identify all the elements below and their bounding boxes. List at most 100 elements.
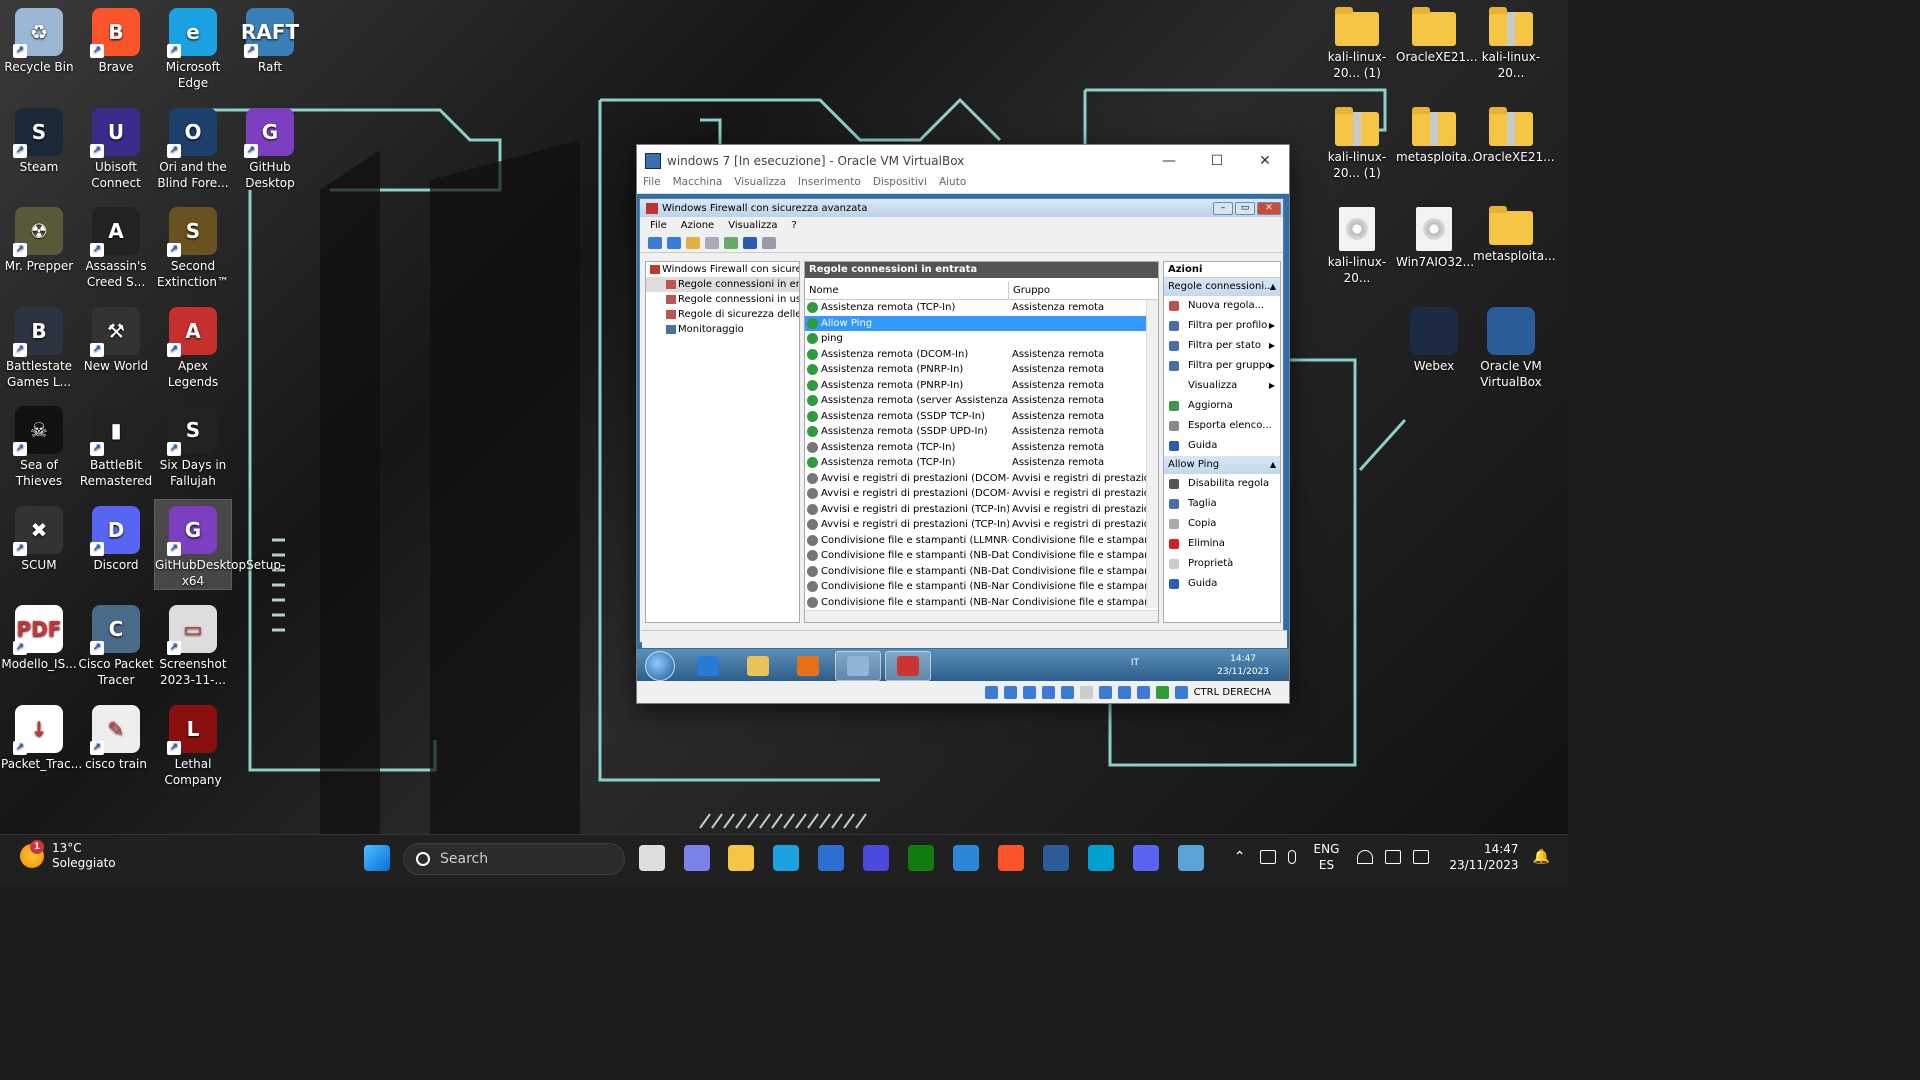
display-icon[interactable]	[1098, 685, 1112, 699]
audio-icon[interactable]	[1022, 685, 1036, 699]
rule-row[interactable]: Condivisione file e stampanti (NB-Datagr…	[805, 564, 1148, 580]
battery-icon[interactable]	[1413, 850, 1430, 864]
microsoft-store-icon[interactable]	[818, 845, 844, 871]
rule-row[interactable]: Assistenza remota (TCP-In) Assistenza rem…	[805, 300, 1148, 316]
volume-icon[interactable]	[1385, 850, 1402, 864]
guest-media-button[interactable]	[785, 651, 831, 681]
firewall-titlebar[interactable]: Windows Firewall con sicurezza avanzata …	[640, 199, 1283, 217]
fw-menu-azione[interactable]: Azione	[681, 220, 714, 231]
menu-macchina[interactable]: Macchina	[673, 176, 723, 193]
action-item[interactable]: Disabilita regola	[1164, 474, 1280, 494]
fw-menu-help[interactable]: ?	[791, 220, 796, 231]
rules-horizontal-scrollbar[interactable]	[805, 610, 1158, 622]
rule-row[interactable]: Avvisi e registri di prestazioni (TCP-In…	[805, 517, 1148, 533]
rule-row[interactable]: Assistenza remota (SSDP UPD-In) Assistenz…	[805, 424, 1148, 440]
column-group[interactable]: Gruppo	[1009, 282, 1050, 299]
rule-row[interactable]: Assistenza remota (DCOM-In) Assistenza re…	[805, 347, 1148, 363]
desktop-icon[interactable]: G ↗ GitHub Desktop	[232, 102, 308, 191]
desktop-icon[interactable]: ✖ ↗ SCUM	[1, 500, 77, 573]
vpn-icon[interactable]	[1259, 850, 1276, 864]
rule-row[interactable]: Allow Ping	[805, 315, 1148, 331]
action-item[interactable]: Filtra per gruppo	[1164, 356, 1280, 376]
action-item[interactable]: Proprietà	[1164, 554, 1280, 574]
clock[interactable]: 14:47 23/11/2023	[1449, 841, 1518, 873]
desktop-icon[interactable]: C ↗ Cisco Packet Tracer	[78, 599, 154, 688]
action-item[interactable]: Elimina	[1164, 534, 1280, 554]
close-button[interactable]: ✕	[1241, 153, 1289, 169]
desktop-icon[interactable]: U ↗ Ubisoft Connect	[78, 102, 154, 191]
help-icon[interactable]	[743, 236, 757, 249]
desktop-icon[interactable]: A ↗ Apex Legends	[155, 301, 231, 390]
minimize-button[interactable]: —	[1145, 153, 1193, 169]
rule-row[interactable]: Avvisi e registri di prestazioni (DCOM-I…	[805, 486, 1148, 502]
microphone-icon[interactable]	[1287, 850, 1296, 864]
rules-vertical-scrollbar[interactable]	[1146, 300, 1158, 608]
desktop-icon[interactable]: Win7AIO32...	[1396, 201, 1474, 270]
teams-chat-icon[interactable]	[684, 845, 710, 871]
maximize-button[interactable]: ☐	[1193, 153, 1241, 169]
menu-inserimento[interactable]: Inserimento	[798, 176, 861, 193]
tree-item[interactable]: Regole connessioni in uscita	[646, 292, 799, 307]
desktop-icon[interactable]: ↓ ↗ Packet_Trac...	[1, 699, 82, 772]
desktop-icon[interactable]: metasploita...	[1396, 102, 1479, 165]
actions-section-rules[interactable]: Regole connessioni...	[1164, 278, 1280, 296]
menu-visualizza[interactable]: Visualizza	[734, 176, 786, 193]
guest-close-button[interactable]: ✕	[1257, 201, 1281, 215]
back-icon[interactable]	[648, 236, 662, 249]
optical-icon[interactable]	[1003, 685, 1017, 699]
hdd-icon[interactable]	[984, 685, 998, 699]
guest-start-orb[interactable]	[645, 650, 675, 681]
action-item[interactable]: Esporta elenco...	[1164, 416, 1280, 436]
actions-section-selected[interactable]: Allow Ping	[1164, 456, 1280, 474]
action-item[interactable]: Copia	[1164, 514, 1280, 534]
desktop-icon[interactable]: B ↗ Battlestate Games L...	[1, 301, 77, 390]
desktop-icon[interactable]: ▭ ↗ Screenshot 2023-11-...	[155, 599, 231, 688]
desktop-icon[interactable]: ✎ ↗ cisco train	[78, 699, 154, 772]
rule-row[interactable]: Assistenza remota (server Assistenza rem…	[805, 393, 1148, 409]
chevron-up-icon[interactable]: ⌃	[1234, 849, 1246, 865]
desktop-icon[interactable]: kali-linux-20...	[1473, 2, 1549, 81]
virtualbox-window[interactable]: windows 7 [In esecuzione] - Oracle VM Vi…	[636, 144, 1290, 704]
desktop-icon[interactable]: OracleXE21...	[1473, 102, 1555, 165]
cpu-icon[interactable]	[1136, 685, 1150, 699]
wifi-icon[interactable]	[1357, 850, 1374, 864]
action-item[interactable]: Filtra per profilo	[1164, 316, 1280, 336]
rule-row[interactable]: Assistenza remota (PNRP-In) Assistenza re…	[805, 362, 1148, 378]
brave-icon[interactable]	[998, 845, 1024, 871]
rule-row[interactable]: Condivisione file e stampanti (NB-Datagr…	[805, 548, 1148, 564]
desktop-icon[interactable]: metasploita...	[1473, 201, 1556, 264]
weather-widget[interactable]: 1 13°C Soleggiato	[20, 840, 116, 871]
action-item[interactable]: Guida	[1164, 436, 1280, 456]
desktop-icon[interactable]: Oracle VM VirtualBox	[1473, 301, 1549, 390]
desktop-icon[interactable]: G ↗ GitHubDesktopSetup-x64	[154, 498, 285, 590]
action-item[interactable]: Nuova regola...	[1164, 296, 1280, 316]
guest-clock[interactable]: 14:47 23/11/2023	[1217, 653, 1269, 679]
tree-item[interactable]: Regole di sicurezza delle connessioni	[646, 307, 799, 322]
webex-icon[interactable]	[1088, 845, 1114, 871]
rule-row[interactable]: Assistenza remota (PNRP-In) Assistenza re…	[805, 378, 1148, 394]
desktop-icon[interactable]: L ↗ Lethal Company	[155, 699, 231, 788]
desktop-icon[interactable]: ▮ ↗ BattleBit Remastered	[78, 400, 154, 489]
rule-row[interactable]: ping	[805, 331, 1148, 347]
guest-explorer-button[interactable]	[735, 651, 781, 681]
column-name[interactable]: Nome	[805, 282, 1009, 299]
rule-row[interactable]: Avvisi e registri di prestazioni (TCP-In…	[805, 502, 1148, 518]
recording-icon[interactable]	[1117, 685, 1131, 699]
desktop-icon[interactable]: OracleXE21...	[1396, 2, 1478, 65]
up-folder-icon[interactable]	[686, 236, 700, 249]
mouse-integration-icon[interactable]	[1155, 685, 1169, 699]
edge-icon[interactable]	[773, 845, 799, 871]
desktop-icon[interactable]: ♻ ↗ Recycle Bin	[1, 2, 77, 75]
guest-maximize-button[interactable]: ▭	[1235, 201, 1255, 215]
keyboard-icon[interactable]	[1174, 685, 1188, 699]
task-view-icon[interactable]	[639, 845, 665, 871]
desktop-icon[interactable]: Webex	[1396, 301, 1472, 374]
properties-icon[interactable]	[762, 236, 776, 249]
guest-firewall-button[interactable]	[885, 650, 931, 681]
network-icon[interactable]	[1041, 685, 1055, 699]
vs-app-icon[interactable]	[863, 845, 889, 871]
search-box[interactable]: Search	[403, 843, 625, 875]
rule-row[interactable]: Condivisione file e stampanti (NB-Name..…	[805, 579, 1148, 595]
file-explorer-icon[interactable]	[728, 845, 754, 871]
rule-row[interactable]: Assistenza remota (TCP-In) Assistenza rem…	[805, 440, 1148, 456]
